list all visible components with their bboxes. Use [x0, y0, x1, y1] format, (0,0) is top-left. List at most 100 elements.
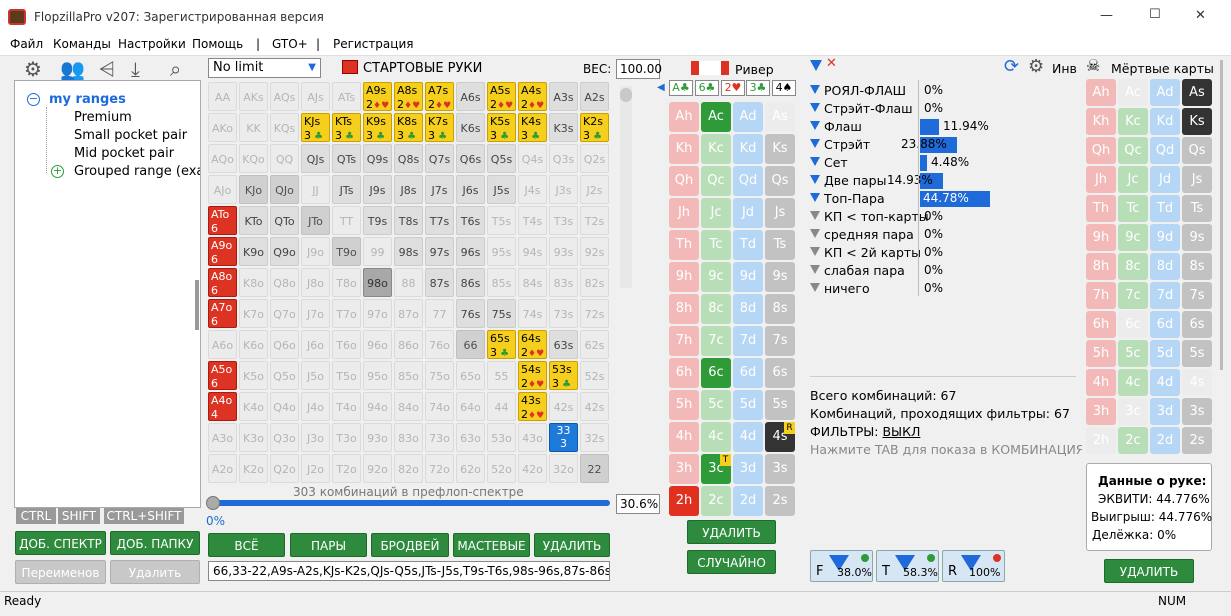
dead-card-Kh[interactable]: Kh [1086, 108, 1116, 135]
settings-gear-icon[interactable]: ⚙ [1028, 56, 1044, 77]
board-deck-card-9s[interactable]: 9s [765, 262, 795, 292]
search-icon[interactable]: ⌕ [170, 57, 181, 81]
hand-cell-86o[interactable]: 86o [394, 330, 423, 359]
dead-card-9h[interactable]: 9h [1086, 224, 1116, 251]
hand-cell-Q3o[interactable]: Q3o [270, 423, 299, 452]
inv-label[interactable]: Инв [1052, 61, 1077, 76]
hand-cell-K7o[interactable]: K7o [239, 299, 268, 328]
board-deck-card-9d[interactable]: 9d [733, 262, 763, 292]
tree-item-premium[interactable]: Premium [74, 110, 132, 125]
hand-cell-53s[interactable]: 53s 3 ♣ [549, 361, 578, 390]
stat-row[interactable]: ничего 0% [810, 280, 1080, 298]
hand-cell-A6s[interactable]: A6s [456, 82, 485, 111]
hand-cell-98o[interactable]: 98o [363, 268, 392, 297]
hand-cell-65o[interactable]: 65o [456, 361, 485, 390]
hand-cell-T7s[interactable]: T7s [425, 206, 454, 235]
hand-cell-Q7s[interactable]: Q7s [425, 144, 454, 173]
settings-gear-icon[interactable]: ⚙ [24, 57, 42, 81]
dead-card-4d[interactable]: 4d [1150, 369, 1180, 396]
board-deck-card-4d[interactable]: 4d [733, 422, 763, 452]
board-deck-card-Ks[interactable]: Ks [765, 134, 795, 164]
menu-gto[interactable]: GTO+ [272, 37, 308, 51]
hand-cell-87s[interactable]: 87s [425, 268, 454, 297]
grid-scrollbar-thumb[interactable] [620, 88, 632, 102]
stat-row[interactable]: слабая пара 0% [810, 262, 1080, 280]
board-deck-card-4s[interactable]: 4s R [765, 422, 795, 452]
dead-card-Kc[interactable]: Kc [1118, 108, 1148, 135]
hand-cell-ATo[interactable]: ATo 6 [208, 206, 237, 235]
board-prev-arrow-icon[interactable]: ◀ [657, 82, 665, 93]
board-deck-card-Kh[interactable]: Kh [669, 134, 699, 164]
hand-cell-96o[interactable]: 96o [363, 330, 392, 359]
hand-cell-82s[interactable]: 82s [580, 268, 609, 297]
broadway-button[interactable]: БРОДВЕЙ [371, 533, 449, 557]
board-deck-card-2d[interactable]: 2d [733, 486, 763, 516]
hand-cell-J8o[interactable]: J8o [301, 268, 330, 297]
hand-cell-AQo[interactable]: AQo [208, 144, 237, 173]
filter-funnel-icon[interactable] [810, 247, 820, 256]
hand-cell-A8s[interactable]: A8s 2♦♥ [394, 82, 423, 111]
menu-settings[interactable]: Настройки [118, 37, 186, 51]
dead-card-8h[interactable]: 8h [1086, 253, 1116, 280]
dead-cards-delete-button[interactable]: УДАЛИТЬ [1104, 559, 1194, 583]
board-deck-card-8d[interactable]: 8d [733, 294, 763, 324]
hand-cell-KJo[interactable]: KJo [239, 175, 268, 204]
hand-cell-22[interactable]: 22 [580, 454, 609, 483]
dead-card-2s[interactable]: 2s [1182, 427, 1212, 454]
dead-card-Qh[interactable]: Qh [1086, 137, 1116, 164]
board-deck-card-3h[interactable]: 3h [669, 454, 699, 484]
hand-cell-J4s[interactable]: J4s [518, 175, 547, 204]
hand-cell-32s[interactable]: 32s [580, 423, 609, 452]
board-card-1[interactable]: A♣ [669, 80, 693, 96]
board-deck-card-Td[interactable]: Td [733, 230, 763, 260]
dead-card-Ks[interactable]: Ks [1182, 108, 1212, 135]
hand-cell-62s[interactable]: 62s [580, 330, 609, 359]
flop-filter-button[interactable]: F 38.0% [810, 550, 873, 582]
hand-cell-95s[interactable]: 95s [487, 237, 516, 266]
add-spectrum-button[interactable]: ДОБ. СПЕКТР [15, 531, 106, 555]
weight-slider-thumb[interactable] [206, 496, 220, 510]
filter-funnel-icon[interactable] [810, 283, 820, 292]
hand-cell-52s[interactable]: 52s [580, 361, 609, 390]
board-deck-card-6h[interactable]: 6h [669, 358, 699, 388]
hand-cell-JTo[interactable]: JTo [301, 206, 330, 235]
hand-cell-85o[interactable]: 85o [394, 361, 423, 390]
board-deck-card-Jh[interactable]: Jh [669, 198, 699, 228]
dead-card-Th[interactable]: Th [1086, 195, 1116, 222]
board-deck-card-2s[interactable]: 2s [765, 486, 795, 516]
hand-cell-93s[interactable]: 93s [549, 237, 578, 266]
hand-cell-A2s[interactable]: A2s [580, 82, 609, 111]
tree-item-mid-pocket-pair[interactable]: Mid pocket pair [74, 146, 174, 161]
dead-card-9s[interactable]: 9s [1182, 224, 1212, 251]
hand-cell-T4s[interactable]: T4s [518, 206, 547, 235]
hand-cell-84o[interactable]: 84o [394, 392, 423, 421]
hand-cell-AKo[interactable]: AKo [208, 113, 237, 142]
limit-select[interactable]: No limit ▼ [208, 58, 321, 78]
hand-cell-T2s[interactable]: T2s [580, 206, 609, 235]
tree-scrollbar[interactable] [195, 280, 199, 330]
tree-item-grouped-range[interactable]: Grouped range (exar [74, 164, 200, 179]
filter-funnel-icon[interactable] [810, 139, 820, 148]
dead-card-3c[interactable]: 3c [1118, 398, 1148, 425]
board-deck-card-5d[interactable]: 5d [733, 390, 763, 420]
hand-cell-Q9s[interactable]: Q9s [363, 144, 392, 173]
hand-cell-Q2o[interactable]: Q2o [270, 454, 299, 483]
menu-commands[interactable]: Команды [53, 37, 111, 51]
hand-cell-Q8o[interactable]: Q8o [270, 268, 299, 297]
board-deck-card-Qh[interactable]: Qh [669, 166, 699, 196]
stat-row[interactable]: Стрэйт-Флаш 0% [810, 100, 1080, 118]
board-deck-card-2h[interactable]: 2h [669, 486, 699, 516]
board-deck-card-5h[interactable]: 5h [669, 390, 699, 420]
stat-row[interactable]: КП < 2й карты 0% [810, 244, 1080, 262]
hand-cell-74o[interactable]: 74o [425, 392, 454, 421]
hand-cell-K9s[interactable]: K9s 3 ♣ [363, 113, 392, 142]
hand-cell-63o[interactable]: 63o [456, 423, 485, 452]
grid-scrollbar-track[interactable] [620, 86, 632, 288]
hand-cell-KJs[interactable]: KJs 3 ♣ [301, 113, 330, 142]
dead-card-Tc[interactable]: Tc [1118, 195, 1148, 222]
hand-cell-QJs[interactable]: QJs [301, 144, 330, 173]
filter-funnel-icon[interactable] [810, 193, 820, 202]
board-deck-card-8h[interactable]: 8h [669, 294, 699, 324]
hand-cell-JTs[interactable]: JTs [332, 175, 361, 204]
select-all-button[interactable]: ВСЁ [208, 533, 285, 557]
